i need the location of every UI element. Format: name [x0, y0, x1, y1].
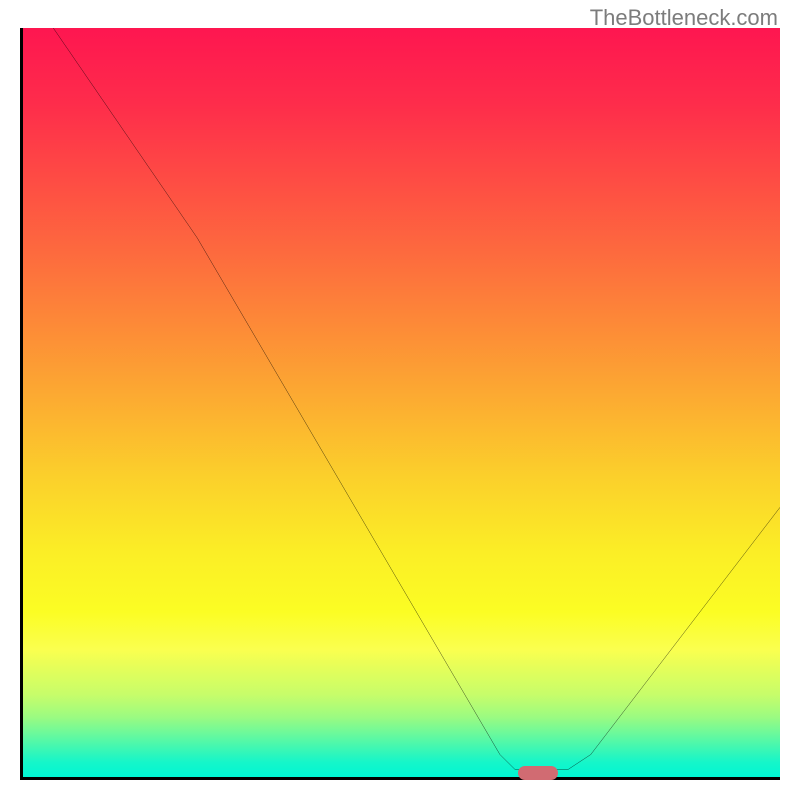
optimum-marker	[518, 766, 558, 780]
plot-area	[20, 28, 780, 780]
bottleneck-path	[53, 28, 780, 770]
chart-container: TheBottleneck.com	[0, 0, 800, 800]
line-curve	[23, 28, 780, 777]
watermark-text: TheBottleneck.com	[590, 5, 778, 31]
